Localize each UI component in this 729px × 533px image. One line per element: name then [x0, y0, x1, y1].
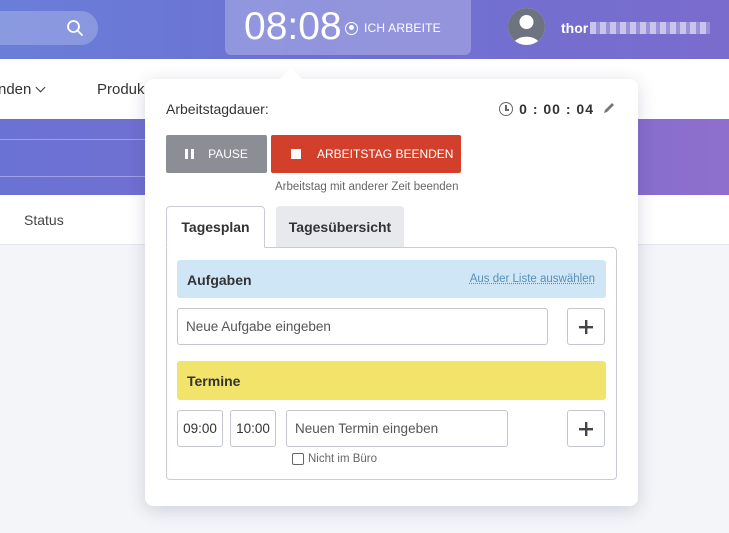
work-clock[interactable]: 08:08 ICH ARBEITE: [225, 0, 471, 55]
select-from-list-link[interactable]: Aus der Liste auswählen: [470, 273, 595, 285]
clock-status-label: ICH ARBEITE: [364, 21, 441, 35]
plus-icon: [579, 421, 593, 436]
divider: [0, 176, 160, 177]
plus-icon: [579, 319, 593, 334]
clock-time: 08:08: [244, 5, 342, 48]
search-icon[interactable]: [66, 19, 84, 37]
username[interactable]: thor: [561, 20, 588, 36]
clock-status: ICH ARBEITE: [345, 21, 441, 35]
appointments-section-header: Termine: [177, 361, 606, 400]
nav-item-partial[interactable]: nden: [0, 81, 46, 98]
avatar[interactable]: [508, 8, 545, 45]
tasks-section-header: Aufgaben Aus der Liste auswählen: [177, 260, 606, 298]
end-other-time-link[interactable]: Arbeitstag mit anderer Zeit beenden: [275, 181, 458, 193]
tab-tagesuebersicht[interactable]: Tagesübersicht: [276, 206, 404, 248]
nav-item-label: nden: [0, 81, 32, 98]
stop-icon: [291, 149, 301, 159]
new-appointment-input[interactable]: [286, 410, 508, 447]
duration-text: 0 : 00 : 04: [519, 101, 594, 117]
duration-label: Arbeitstagdauer:: [166, 101, 269, 117]
username-redacted: [590, 22, 710, 34]
chevron-down-icon: [35, 82, 46, 93]
column-header-status[interactable]: Status: [24, 212, 64, 228]
end-workday-button[interactable]: ARBEITSTAG BEENDEN: [271, 135, 461, 173]
tasks-title: Aufgaben: [187, 272, 252, 288]
new-task-input[interactable]: [177, 308, 548, 345]
add-task-button[interactable]: [567, 308, 605, 345]
user-icon: [508, 8, 545, 45]
not-in-office-label: Nicht im Büro: [308, 453, 378, 465]
divider: [0, 139, 160, 140]
pause-icon: [185, 149, 195, 159]
appointments-title: Termine: [187, 373, 241, 389]
nav-item-products[interactable]: Produk: [97, 81, 145, 98]
not-in-office-checkbox[interactable]: [292, 453, 304, 465]
appointment-start-time[interactable]: [177, 410, 223, 447]
pause-button-label: PAUSE: [208, 147, 248, 161]
pause-button[interactable]: PAUSE: [166, 135, 267, 173]
pencil-icon[interactable]: [602, 101, 616, 115]
tab-panel-tagesplan: Aufgaben Aus der Liste auswählen Termine…: [166, 247, 617, 480]
duration-value: 0 : 00 : 04: [499, 101, 594, 117]
top-header: 08:08 ICH ARBEITE thor: [0, 0, 729, 59]
not-in-office-option[interactable]: Nicht im Büro: [292, 453, 377, 465]
end-workday-button-label: ARBEITSTAG BEENDEN: [317, 147, 454, 161]
tab-tagesplan[interactable]: Tagesplan: [166, 206, 265, 248]
appointment-end-time[interactable]: [230, 410, 276, 447]
add-appointment-button[interactable]: [567, 410, 605, 447]
search-input[interactable]: [0, 11, 98, 45]
record-icon: [345, 21, 358, 35]
workday-popover: Arbeitstagdauer: 0 : 00 : 04 PAUSE ARBEI…: [145, 79, 638, 506]
clock-icon: [499, 102, 514, 116]
